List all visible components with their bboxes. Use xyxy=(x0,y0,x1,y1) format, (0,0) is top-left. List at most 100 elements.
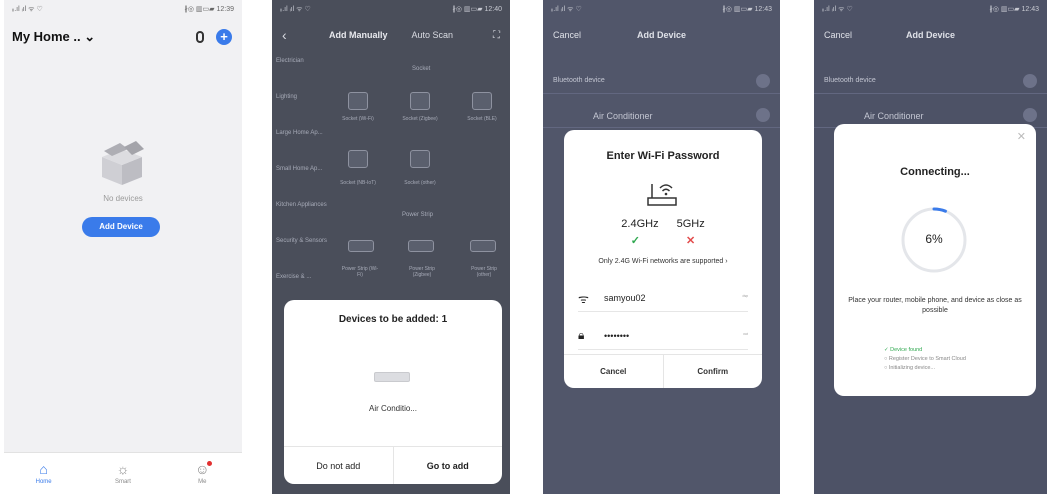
router-icon xyxy=(647,184,677,206)
power-strip-icon[interactable] xyxy=(348,240,374,252)
status-right: ∦◎ ▥▭▰ 12:39 xyxy=(184,6,234,13)
check-icon: ✓ xyxy=(630,235,640,247)
tab-me[interactable]: ☺ Me xyxy=(172,461,232,485)
scan-icon[interactable]: ⛶ xyxy=(493,30,500,41)
header-actions: + xyxy=(196,29,232,45)
device-item-label: Socket (other) xyxy=(404,180,436,186)
add-device-header: Cancel Add Device xyxy=(543,24,780,46)
add-circle-icon[interactable] xyxy=(1023,74,1037,88)
step-item: ○ Initializing device... xyxy=(884,365,936,371)
status-right: ∦◎ ▥▭▰ 12:40 xyxy=(452,6,502,13)
band-5g-label: 5GHz xyxy=(676,218,705,230)
category-item[interactable]: Lighting xyxy=(272,94,336,130)
ssid-field-action[interactable]: ᵈˢᵖ xyxy=(743,294,748,300)
password-field[interactable]: 🔒︎ •••••••• ᵒᵘᵗ xyxy=(578,320,748,350)
list-item[interactable]: Air Conditioner xyxy=(543,102,780,128)
category-item[interactable]: Large Home Ap... xyxy=(272,130,336,166)
band-2g-label: 2.4GHz xyxy=(621,218,659,230)
category-item[interactable]: Kitchen Appliances xyxy=(272,202,336,238)
wifi-icon: ᯤ xyxy=(578,292,589,306)
device-item-label: Socket (Wi-Fi) xyxy=(342,116,374,122)
row-label: Bluetooth device xyxy=(553,77,605,84)
house-icon: ⌂ xyxy=(39,461,48,477)
home-content: No devices Add Device xyxy=(4,52,242,450)
device-item-label: Power Strip (other) xyxy=(471,266,497,278)
dialog-title: Enter Wi-Fi Password xyxy=(606,150,720,162)
close-icon[interactable]: ✕ xyxy=(1017,130,1026,143)
band-labels: 2.4GHz 5GHz xyxy=(564,218,762,230)
power-strip-icon[interactable] xyxy=(408,240,434,252)
cross-icon: ✕ xyxy=(686,235,696,247)
sun-icon: ☼ xyxy=(116,461,130,477)
connect-tip: Place your router, mobile phone, and dev… xyxy=(848,297,1022,314)
status-bar: ᵢᵢ.ıl ᵢıl ᯤ ♡ ∦◎ ▥▭▰ 12:43 xyxy=(814,0,1047,18)
lock-icon: 🔒︎ xyxy=(578,328,585,342)
device-item-label: Socket (NB-IoT) xyxy=(340,180,376,186)
row-label: Air Conditioner xyxy=(593,111,653,121)
confirm-button[interactable]: Confirm xyxy=(662,355,763,388)
add-device-button[interactable]: Add Device xyxy=(82,217,160,237)
microphone-icon[interactable] xyxy=(196,31,204,43)
device-item-label: Power Strip (Zigbee) xyxy=(409,266,435,278)
phone-wifi-password-screen: ᵢᵢ.ıl ᵢıl ᯤ ♡ ∦◎ ▥▭▰ 12:43 Cancel Add De… xyxy=(543,0,780,494)
sheet-title: Devices to be added: 1 xyxy=(338,314,448,325)
sheet-device-name: Air Conditio... xyxy=(368,404,418,413)
category-item[interactable]: Electrician xyxy=(272,58,336,94)
wifi-support-note[interactable]: Only 2.4G Wi-Fi networks are supported › xyxy=(564,258,762,265)
tab-auto-scan[interactable]: Auto Scan xyxy=(411,30,453,40)
socket-icon[interactable] xyxy=(410,92,430,110)
add-circle-icon[interactable]: + xyxy=(216,29,232,45)
page-title: Add Device xyxy=(905,30,956,40)
check-circle-icon[interactable] xyxy=(756,108,770,122)
do-not-add-button[interactable]: Do not add xyxy=(284,447,393,484)
ssid-field[interactable]: ᯤ samyou02 ᵈˢᵖ xyxy=(578,282,748,312)
status-bar: ᵢᵢ.ıl ᵢıl ᯤ ♡ ∦◎ ▥▭▰ 12:40 xyxy=(272,0,510,18)
step-item: ○ Register Device to Smart Cloud xyxy=(884,356,966,362)
section-socket-title: Socket xyxy=(412,66,431,72)
ssid-value: samyou02 xyxy=(604,293,646,303)
go-to-add-button[interactable]: Go to add xyxy=(392,447,503,484)
password-field-action[interactable]: ᵒᵘᵗ xyxy=(743,332,748,338)
category-sidebar: Electrician Lighting Large Home Ap... Sm… xyxy=(272,58,336,310)
phone-connecting-screen: ᵢᵢ.ıl ᵢıl ᯤ ♡ ∦◎ ▥▭▰ 12:43 Cancel Add De… xyxy=(814,0,1047,494)
step-item: ✓ Device found xyxy=(884,347,923,353)
dialog-title: Connecting... xyxy=(900,166,970,178)
tab-home[interactable]: ⌂ Home xyxy=(14,462,74,485)
progress-percent: 6% xyxy=(925,232,943,246)
tab-home-label: Home xyxy=(35,479,52,485)
empty-state-text: No devices xyxy=(103,194,143,203)
status-left: ᵢᵢ.ıl ᵢıl ᯤ ♡ xyxy=(280,5,311,13)
list-item[interactable]: Bluetooth device xyxy=(543,68,780,94)
connect-steps: ✓ Device found ○ Register Device to Smar… xyxy=(884,346,966,373)
power-strip-icon[interactable] xyxy=(470,240,496,252)
socket-icon[interactable] xyxy=(348,150,368,168)
socket-icon[interactable] xyxy=(472,92,492,110)
back-arrow-icon[interactable]: ‹ xyxy=(282,27,287,43)
page-title: Add Device xyxy=(636,30,687,40)
category-item[interactable]: Security & Sensors xyxy=(272,238,336,274)
row-label: Bluetooth device xyxy=(824,77,876,84)
status-left: ᵢᵢ.ıl ᵢıl ᯤ ♡ xyxy=(12,5,43,13)
status-left: ᵢᵢ.ıl ᵢıl ᯤ ♡ xyxy=(551,5,582,13)
list-item[interactable]: Bluetooth device xyxy=(814,68,1047,94)
socket-icon[interactable] xyxy=(348,92,368,110)
band-support-marks: ✓ ✕ xyxy=(564,234,762,247)
home-selector[interactable]: My Home .. ⌄ xyxy=(12,29,95,45)
add-device-header: Cancel Add Device xyxy=(814,24,1047,46)
notification-dot xyxy=(207,461,213,466)
socket-icon[interactable] xyxy=(410,150,430,168)
tab-smart[interactable]: ☼ Smart xyxy=(93,462,153,485)
add-circle-icon[interactable] xyxy=(756,74,770,88)
section-power-strip-title: Power Strip xyxy=(402,212,434,218)
dialog-actions: Cancel Confirm xyxy=(564,354,762,388)
row-label: Air Conditioner xyxy=(864,111,924,121)
status-bar: ᵢᵢ.ıl ᵢıl ᯤ ♡ ∦◎ ▥▭▰ 12:39 xyxy=(4,0,242,18)
category-item[interactable]: Small Home Ap... xyxy=(272,166,336,202)
check-circle-icon[interactable] xyxy=(1023,108,1037,122)
cancel-button[interactable]: Cancel xyxy=(564,355,663,388)
tab-smart-label: Smart xyxy=(114,479,131,485)
empty-box-icon xyxy=(102,141,144,185)
tab-me-label: Me xyxy=(198,479,207,485)
device-item-label: Socket (Zigbee) xyxy=(402,116,438,122)
tab-add-manually[interactable]: Add Manually xyxy=(329,30,388,40)
